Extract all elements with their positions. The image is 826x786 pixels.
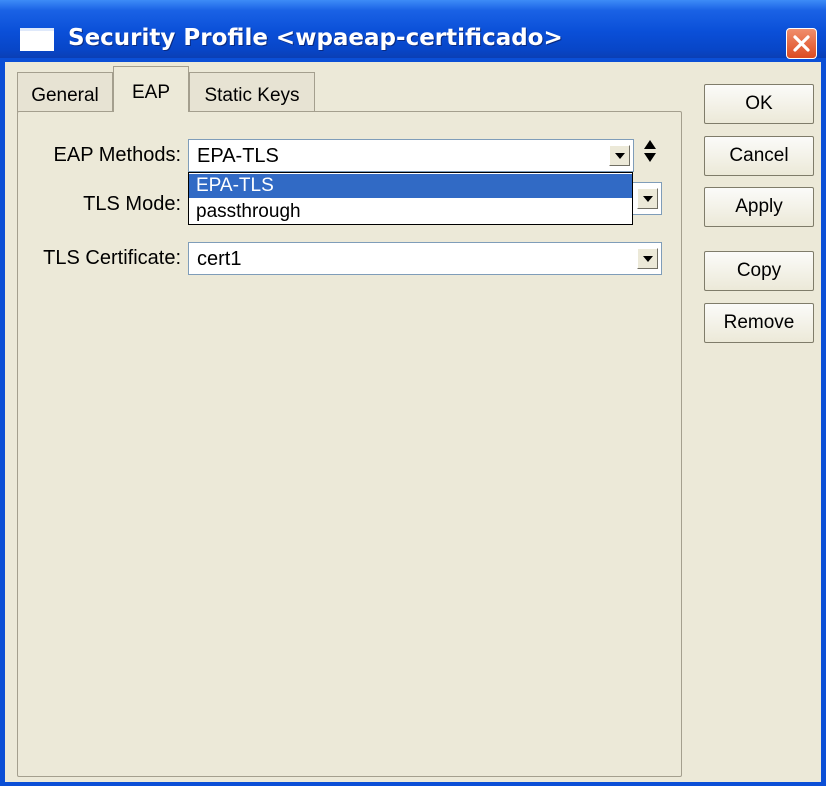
tls-certificate-select[interactable]: cert1 <box>188 242 662 275</box>
tab-static-keys[interactable]: Static Keys <box>189 72 315 112</box>
cancel-button[interactable]: Cancel <box>704 136 814 176</box>
security-profile-window: Security Profile <wpaeap-certificado> Ge… <box>0 0 826 786</box>
tab-eap[interactable]: EAP <box>113 66 189 112</box>
tab-general[interactable]: General <box>17 72 113 112</box>
window-icon <box>20 28 54 51</box>
dialog-body: General EAP Static Keys EAP Methods: EPA… <box>5 62 821 782</box>
apply-button[interactable]: Apply <box>704 187 814 227</box>
dropdown-option-epa-tls[interactable]: EPA-TLS <box>189 174 632 198</box>
tls-certificate-dropdown-button[interactable] <box>637 248 658 269</box>
ok-button[interactable]: OK <box>704 84 814 124</box>
close-icon <box>793 35 810 52</box>
eap-methods-dropdown-button[interactable] <box>609 145 630 166</box>
eap-methods-label: EAP Methods: <box>53 144 181 166</box>
tls-mode-dropdown-button[interactable] <box>637 188 658 209</box>
tls-mode-label: TLS Mode: <box>83 193 181 215</box>
tls-certificate-label: TLS Certificate: <box>43 247 181 269</box>
title-bar[interactable]: Security Profile <wpaeap-certificado> <box>0 0 826 59</box>
dropdown-option-passthrough[interactable]: passthrough <box>189 200 632 224</box>
eap-methods-value: EPA-TLS <box>197 145 279 167</box>
copy-button[interactable]: Copy <box>704 251 814 291</box>
dropdown-arrow-icon <box>643 196 653 202</box>
eap-methods-select[interactable]: EPA-TLS <box>188 139 634 172</box>
remove-button[interactable]: Remove <box>704 303 814 343</box>
spinner-icon[interactable] <box>643 139 657 163</box>
eap-methods-dropdown-list: EPA-TLS passthrough <box>188 172 633 225</box>
tls-certificate-value: cert1 <box>197 248 242 270</box>
dropdown-arrow-icon <box>643 256 653 262</box>
dropdown-arrow-icon <box>615 153 625 159</box>
window-title: Security Profile <wpaeap-certificado> <box>68 25 563 51</box>
close-button[interactable] <box>786 28 817 59</box>
